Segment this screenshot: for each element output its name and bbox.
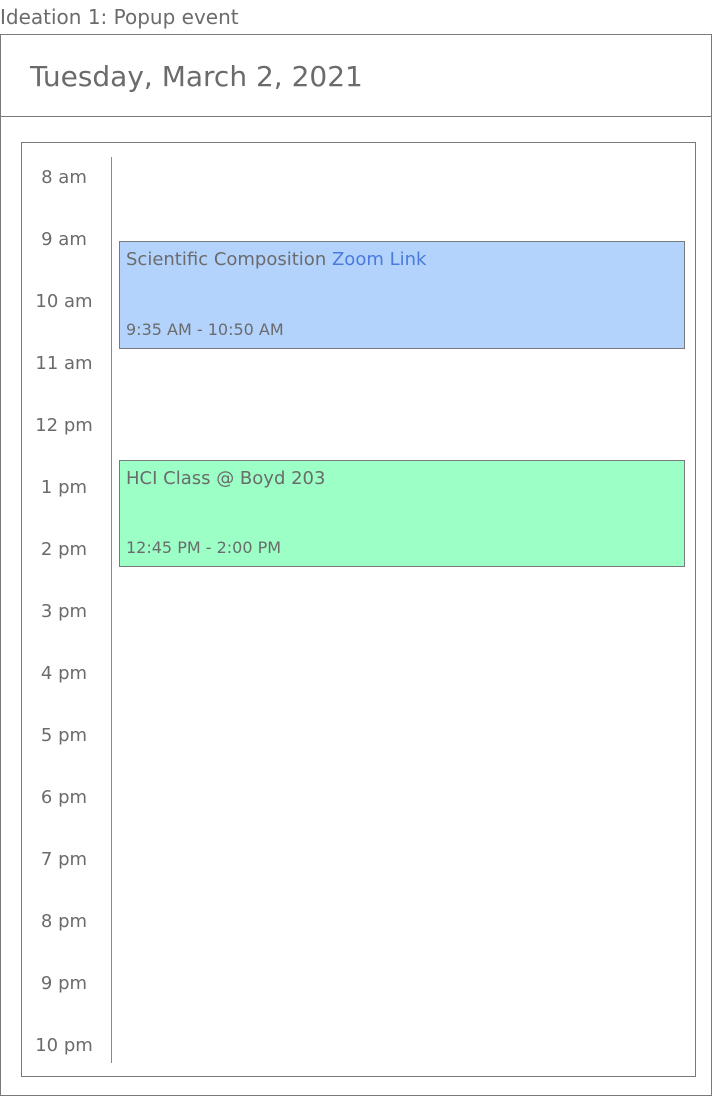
hour-label-8pm: 8 pm [40, 911, 88, 932]
hour-label-2pm: 2 pm [40, 539, 88, 560]
hour-label-6pm: 6 pm [40, 787, 88, 808]
day-calendar: 8 am 9 am 10 am 11 am 12 pm 1 pm 2 pm 3 … [21, 142, 696, 1077]
hour-label-7pm: 7 pm [40, 849, 88, 870]
event-time: 12:45 PM - 2:00 PM [126, 538, 282, 557]
hour-label-5pm: 5 pm [40, 725, 88, 746]
hour-label-11am: 11 am [35, 353, 93, 374]
date-title: Tuesday, March 2, 2021 [30, 60, 363, 93]
hour-label-10am: 10 am [35, 291, 93, 312]
event-hci-class[interactable]: HCI Class @ Boyd 203 12:45 PM - 2:00 PM [119, 460, 685, 567]
zoom-link[interactable]: Zoom Link [332, 249, 426, 270]
hour-label-9am: 9 am [41, 229, 87, 250]
date-header: Tuesday, March 2, 2021 [1, 35, 711, 117]
time-column-divider [111, 157, 112, 1063]
hour-label-1pm: 1 pm [40, 477, 88, 498]
event-title: Scientific Composition Zoom Link [126, 248, 426, 272]
page-caption: Ideation 1: Popup event [0, 5, 239, 29]
event-scientific-composition[interactable]: Scientific Composition Zoom Link 9:35 AM… [119, 241, 685, 349]
hour-label-3pm: 3 pm [40, 601, 88, 622]
hour-label-4pm: 4 pm [40, 663, 88, 684]
event-time: 9:35 AM - 10:50 AM [126, 320, 284, 339]
day-view-frame: Tuesday, March 2, 2021 8 am 9 am 10 am 1… [0, 34, 712, 1096]
hour-label-8am: 8 am [41, 167, 87, 188]
event-title-text: Scientific Composition [126, 249, 327, 270]
hour-label-10pm: 10 pm [35, 1035, 93, 1056]
event-title: HCI Class @ Boyd 203 [126, 468, 326, 489]
hour-label-9pm: 9 pm [40, 973, 88, 994]
hour-label-12pm: 12 pm [35, 415, 93, 436]
